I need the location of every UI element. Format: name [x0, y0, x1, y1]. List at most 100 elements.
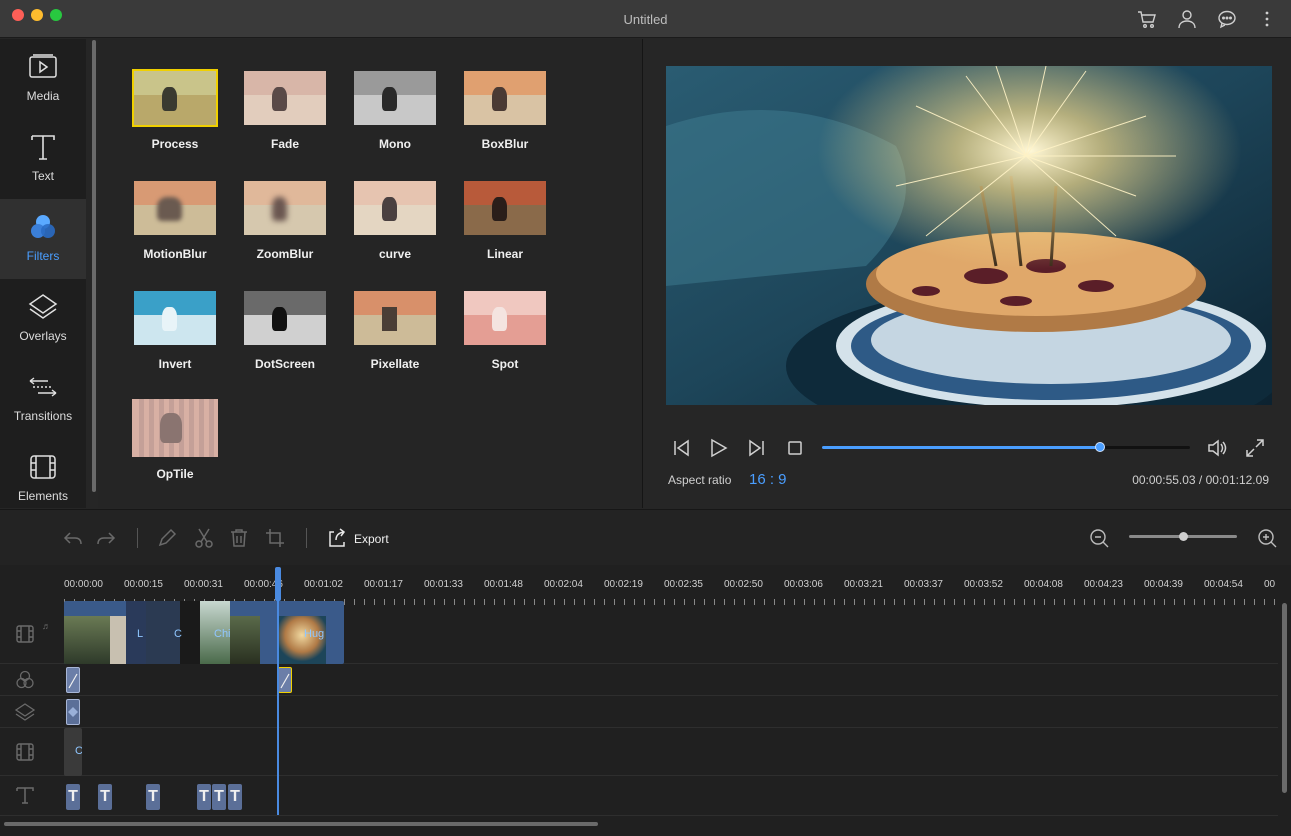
- filter-curve[interactable]: curve: [345, 179, 445, 271]
- zoom-in-button[interactable]: [1256, 527, 1278, 549]
- text-clip[interactable]: T: [66, 784, 80, 810]
- filter-clip[interactable]: [66, 667, 80, 693]
- clip-label: Chi: [214, 628, 231, 640]
- ruler-tick-label: 00:03:06: [784, 579, 823, 590]
- export-button[interactable]: [326, 527, 348, 549]
- filter-thumbnail: [352, 289, 438, 347]
- filter-thumbnail: [462, 69, 548, 127]
- text-clip[interactable]: T: [146, 784, 160, 810]
- fullscreen-icon: [1246, 439, 1264, 457]
- ruler-tick-label: 00:00:31: [184, 579, 223, 590]
- zoom-out-button[interactable]: [1088, 527, 1110, 549]
- filter-thumbnail: [352, 69, 438, 127]
- ruler-tick-label: 00:04:54: [1204, 579, 1243, 590]
- filter-label: DotScreen: [254, 357, 316, 371]
- filter-thumbnail: [462, 289, 548, 347]
- filter-invert[interactable]: Invert: [125, 289, 225, 381]
- progress-handle[interactable]: [1094, 442, 1105, 452]
- delete-button[interactable]: [228, 527, 250, 549]
- time-ruler[interactable]: 00:00:00 00:00:15 00:00:31 00:00:46 00:01:02…: [64, 577, 1276, 605]
- edit-button[interactable]: [156, 527, 178, 549]
- sidebar-item-text[interactable]: Text: [0, 119, 86, 199]
- more-icon[interactable]: [1256, 8, 1278, 30]
- window-title: Untitled: [623, 12, 668, 27]
- wand-icon: [68, 673, 78, 689]
- crop-button[interactable]: [264, 527, 286, 549]
- text-clip[interactable]: T: [197, 784, 211, 810]
- filter-process[interactable]: Process: [125, 69, 225, 161]
- element-clip[interactable]: C: [64, 728, 82, 776]
- filter-motionblur[interactable]: MotionBlur: [125, 179, 225, 271]
- zoom-slider-handle[interactable]: [1179, 532, 1188, 541]
- text-clip[interactable]: T: [228, 784, 242, 810]
- sidebar-item-label: Media: [26, 89, 60, 103]
- filter-label: Fade: [270, 137, 299, 151]
- filter-label: Linear: [486, 247, 523, 261]
- filter-boxblur[interactable]: BoxBlur: [455, 69, 555, 161]
- previous-frame-button[interactable]: [670, 437, 692, 459]
- aspect-ratio-value[interactable]: 16 : 9: [749, 471, 787, 488]
- ruler-tick-label: 00:01:17: [364, 579, 403, 590]
- undo-icon: [63, 532, 82, 545]
- redo-button[interactable]: [95, 527, 117, 549]
- filter-zoomblur[interactable]: ZoomBlur: [235, 179, 335, 271]
- overlay-track: [0, 696, 1278, 728]
- filter-dotscreen[interactable]: DotScreen: [235, 289, 335, 381]
- clip-label: Hug: [304, 628, 325, 640]
- filter-clip-selected[interactable]: [278, 667, 292, 693]
- chat-icon[interactable]: [1216, 8, 1238, 30]
- filter-linear[interactable]: Linear: [455, 179, 555, 271]
- sidebar-item-filters[interactable]: Filters: [0, 199, 86, 279]
- video-clip-strip[interactable]: L C Chi Hug: [64, 601, 344, 664]
- filter-thumbnail: [242, 69, 328, 127]
- video-preview: [666, 66, 1272, 405]
- audio-icon[interactable]: ♬: [42, 621, 51, 631]
- sidebar-scrollbar[interactable]: [92, 40, 96, 492]
- playback-progress-bar[interactable]: [822, 442, 1190, 452]
- filter-label: ZoomBlur: [256, 247, 314, 261]
- stop-icon: [788, 441, 802, 455]
- sidebar-item-overlays[interactable]: Overlays: [0, 279, 86, 359]
- stop-button[interactable]: [784, 437, 806, 459]
- ruler-tick-label: 00:02:04: [544, 579, 583, 590]
- timeline-vertical-scrollbar[interactable]: [1282, 603, 1287, 793]
- filter-optile[interactable]: OpTile: [125, 399, 225, 491]
- fullscreen-button[interactable]: [1244, 437, 1266, 459]
- filter-spot[interactable]: Spot: [455, 289, 555, 381]
- overlays-icon: [28, 294, 58, 319]
- sidebar-item-elements[interactable]: Elements: [0, 439, 86, 519]
- filter-mono[interactable]: Mono: [345, 69, 445, 161]
- next-frame-button[interactable]: [746, 437, 768, 459]
- sidebar-item-label: Elements: [17, 489, 69, 503]
- undo-button[interactable]: [62, 527, 84, 549]
- filter-label: MotionBlur: [143, 247, 207, 261]
- timeline: 00:00:00 00:00:15 00:00:31 00:00:46 00:01:02…: [0, 565, 1291, 836]
- filter-label: Pixellate: [370, 357, 420, 371]
- sidebar-item-transitions[interactable]: Transitions: [0, 359, 86, 439]
- export-label[interactable]: Export: [354, 532, 389, 546]
- filter-fade[interactable]: Fade: [235, 69, 335, 161]
- text-clip[interactable]: T: [98, 784, 112, 810]
- volume-button[interactable]: [1206, 437, 1228, 459]
- timeline-horizontal-scrollbar[interactable]: [4, 822, 598, 826]
- scissors-icon: [195, 528, 213, 548]
- cart-icon[interactable]: [1136, 8, 1158, 30]
- user-icon[interactable]: [1176, 8, 1198, 30]
- clip-label: C: [75, 745, 82, 757]
- play-button[interactable]: [707, 437, 729, 459]
- overlay-clip[interactable]: [66, 699, 80, 725]
- timeline-zoom-slider[interactable]: [1129, 532, 1237, 541]
- filter-thumbnail: [352, 179, 438, 237]
- ruler-tick-label: 00:02:50: [724, 579, 763, 590]
- text-clip[interactable]: T: [212, 784, 226, 810]
- sidebar: Media Text Filters Overlays Transitions …: [0, 39, 86, 508]
- edit-toolbar: Export: [0, 509, 1291, 565]
- split-button[interactable]: [193, 527, 215, 549]
- crop-icon: [266, 529, 284, 547]
- progress-fill: [822, 446, 1100, 449]
- playhead[interactable]: [277, 567, 279, 815]
- filter-label: Process: [151, 137, 199, 151]
- filter-pixellate[interactable]: Pixellate: [345, 289, 445, 381]
- sidebar-item-media[interactable]: Media: [0, 39, 86, 119]
- preview-area: Aspect ratio 16 : 9 00:00:55.03 / 00:01:…: [646, 39, 1291, 508]
